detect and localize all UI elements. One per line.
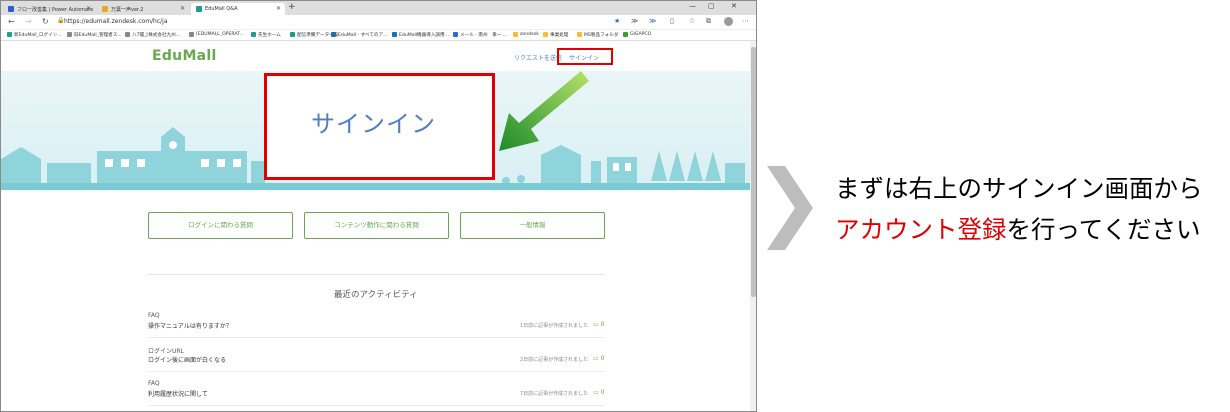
maximize-button[interactable]: ▢ [708,2,715,10]
bookmark-item[interactable]: zendesk [513,32,539,37]
login-questions-button[interactable]: ログインに関わる質問 [148,212,293,239]
account-registration-text: アカウント登録 [835,215,1007,244]
comment-icon: ▭ [593,355,599,362]
bookmark-icon [392,32,397,37]
collections-icon[interactable]: ⧉ [706,17,711,26]
activity-category[interactable]: FAQ [148,380,160,387]
browser-screenshot: フロー改善集 | Power Automate ✕ 万葉一声ver.2 ✕ Ed… [0,0,757,412]
new-tab-button[interactable]: + [288,2,296,12]
refresh-icon[interactable]: ↻ [42,17,49,26]
close-icon[interactable]: ✕ [86,5,91,12]
tab-strip: フロー改善集 | Power Automate ✕ 万葉一声ver.2 ✕ Ed… [1,1,756,15]
activity-category[interactable]: FAQ [148,312,160,319]
instruction-line-1: まずは右上のサインイン画面から [835,174,1203,203]
minimize-button[interactable]: — [689,2,696,10]
popup-title: サインイン [311,110,436,138]
tab-edumall-qa[interactable]: EduMall Q&A ✕ [191,3,285,15]
profile-avatar[interactable] [724,17,733,26]
bookmark-item[interactable]: GIGAPCO [623,32,651,37]
folder-icon [513,32,518,37]
divider [148,274,605,275]
extension-icon[interactable]: ≫ [631,17,638,25]
page-icon [67,32,72,37]
instruction-line-2: アカウント登録を行ってください [835,209,1203,250]
url-field[interactable]: https://edumall.zendesk.com/hc/ja [64,18,168,25]
signin-highlight-box [557,48,613,65]
forward-icon[interactable]: → [25,17,32,26]
web-page: EduMall リクエストを送信 サインイン サインイン ログインに関わる質問 … [1,41,750,411]
general-info-button[interactable]: 一般情報 [460,212,605,239]
bookmark-item[interactable]: 先生ホーム [251,32,281,38]
comment-count: ▭ 0 [593,355,605,362]
comment-icon: ▭ [593,321,599,328]
activity-meta: 1日前に記事が作成されました [520,323,589,329]
bookmark-item[interactable]: メール - 南州 幸一 ... [453,32,507,38]
chevron-right-icon [767,166,813,250]
back-icon[interactable]: ← [8,17,15,26]
power-automate-icon [8,6,14,12]
close-icon[interactable]: ✕ [180,5,185,12]
activity-question[interactable]: 操作マニュアルは有りますか？ [148,321,232,330]
close-window-button[interactable]: ✕ [731,2,737,10]
bookmark-item[interactable]: EduMall - すべてのア... [331,32,387,38]
bookmark-icon [331,32,336,37]
bookmark-item[interactable]: 事業処理 [543,32,568,38]
page-icon [189,32,194,37]
split-icon[interactable]: ▯ [670,17,674,25]
ground-strip [1,183,750,190]
scrollbar[interactable] [750,41,756,411]
activity-meta: 7日前に記事が作成されました [520,391,589,397]
close-icon[interactable]: ✕ [276,5,281,12]
green-arrow-icon [499,71,589,151]
bookmark-icon [7,32,12,37]
more-icon[interactable]: ⋯ [742,17,749,25]
tab-label: 万葉一声ver.2 [111,7,144,13]
signin-popup: サインイン [264,73,495,180]
tab-label: フロー改善集 | Power Automate [17,7,94,13]
content-questions-button[interactable]: コンテンツ動作に関わる質問 [304,212,449,239]
bookmark-item[interactable]: MS製品フォルダ [577,32,618,38]
divider [148,405,605,406]
page-icon [125,32,130,37]
folder-icon [543,32,548,37]
tab-power-automate[interactable]: フロー改善集 | Power Automate ✕ [3,3,95,15]
bookmark-icon [251,32,256,37]
instruction-text: まずは右上のサインイン画面から アカウント登録を行ってください [835,168,1203,250]
instruction-line-2-rest: を行ってください [1006,215,1201,244]
bookmarks-bar: 新EduMall_ログイン... 旧EduMall_管理者ス... 八7閣_[株… [1,30,756,41]
activity-question[interactable]: ログイン後に画面が白くなる [148,355,226,364]
favorites-icon[interactable]: ☆ [689,17,695,25]
divider [148,337,605,338]
bookmark-item[interactable]: 八7閣_[株式会社九州... [125,32,180,38]
bookmark-icon [290,32,295,37]
bookmark-item[interactable]: 旧EduMall_管理者ス... [67,32,122,38]
extension-icon[interactable]: ≫ [649,17,656,25]
activity-meta: 2日前に記事が作成されました [520,357,589,363]
edumall-logo[interactable]: EduMall [152,48,217,64]
comment-count: ▭ 0 [593,321,605,328]
activity-category[interactable]: ログインURL [148,346,184,355]
bookmark-icon [623,32,628,37]
tab-label: EduMall Q&A [205,6,238,12]
mail-icon [453,32,458,37]
edumall-icon [196,6,202,12]
scrollbar-thumb[interactable] [751,47,756,297]
divider [148,371,605,372]
comment-icon: ▭ [593,389,599,396]
page-icon [102,6,108,12]
bookmark-item[interactable]: 新EduMall_ログイン... [7,32,62,38]
address-bar-row: ← → ↻ 🔒 https://edumall.zendesk.com/hc/j… [1,15,756,30]
star-icon[interactable]: ★ [614,17,620,25]
request-link[interactable]: リクエストを送信 [514,53,562,62]
bookmark-item[interactable]: [EDUMALL_OPERAT... [189,32,244,37]
folder-icon [577,32,582,37]
bookmark-item[interactable]: EduMall機器導入調用... [392,32,449,38]
tab-manyo[interactable]: 万葉一声ver.2 ✕ [97,3,189,15]
comment-count: ▭ 0 [593,389,605,396]
recent-activity-title: 最近のアクティビティ [334,290,418,300]
activity-question[interactable]: 利用履歴状況に関して [148,389,208,398]
